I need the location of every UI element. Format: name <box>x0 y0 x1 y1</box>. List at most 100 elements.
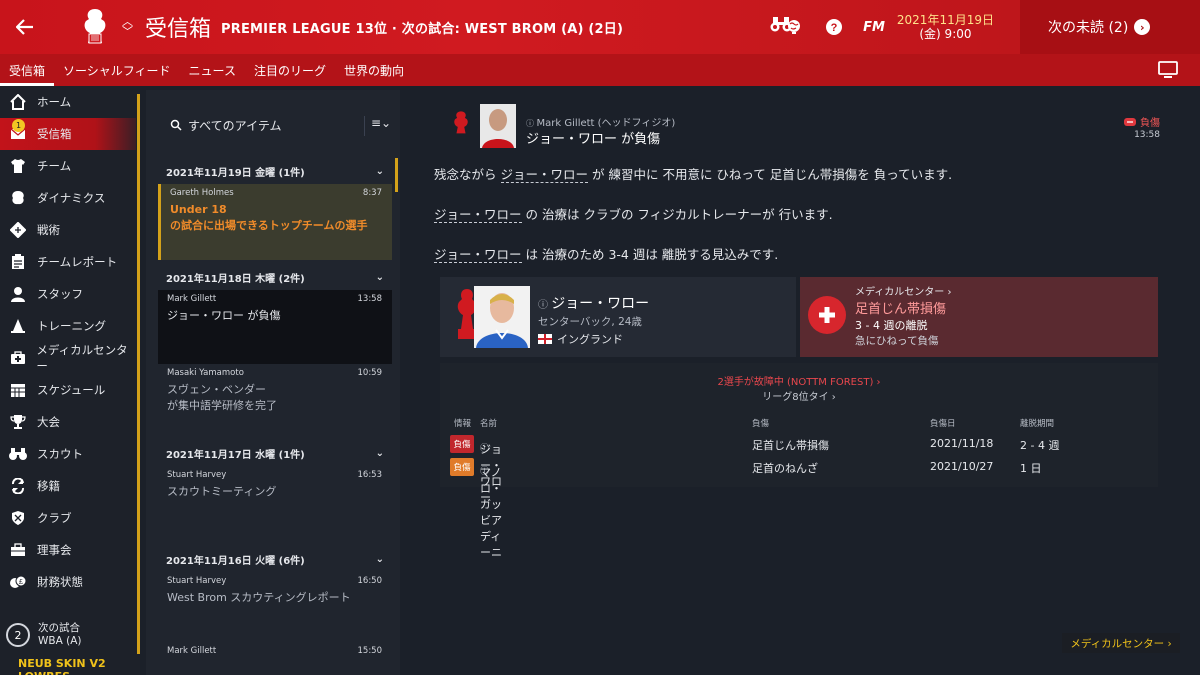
paragraph-text: の 治療は クラブの フィジカルトレーナーが 行います. <box>525 207 833 222</box>
column-header[interactable]: 名前 <box>480 417 497 429</box>
tab-news[interactable]: ニュース <box>180 54 245 86</box>
date-group-header[interactable]: 2021年11月17日 水曜 (1件) ⌄ <box>158 440 392 466</box>
message-sender: Mark Gillett <box>167 294 217 304</box>
binoculars-icon <box>8 444 28 464</box>
message-time: 10:59 <box>357 368 383 378</box>
sidebar-item-label: トレーニング <box>37 319 106 333</box>
inbox-filter-search[interactable]: すべてのアイテム <box>170 117 281 134</box>
sidebar-item-transfers[interactable]: 移籍 <box>0 470 136 502</box>
back-button[interactable] <box>0 0 50 54</box>
sidebar-item-team-report[interactable]: チームレポート <box>0 246 136 278</box>
chevron-down-icon: ﹀ <box>122 25 133 38</box>
sort-menu-button[interactable]: ≡⌄ <box>364 116 392 136</box>
inbox-list-panel: すべてのアイテム ≡⌄ 2021年11月19日 金曜 (1件) ⌄ Gareth… <box>146 90 400 675</box>
date-group-header[interactable]: 2021年11月19日 金曜 (1件) ⌄ <box>158 158 392 184</box>
message-sender: Stuart Harvey <box>167 470 227 480</box>
club-crest-icon[interactable] <box>78 7 112 47</box>
chevron-down-icon: ⌄ <box>375 271 384 283</box>
sidebar-item-inbox[interactable]: 1 受信箱 <box>0 118 136 150</box>
home-icon <box>8 92 28 112</box>
injury-table-subtitle[interactable]: リーグ8位タイ › <box>440 388 1158 403</box>
message-time: 15:50 <box>357 646 383 656</box>
monitor-icon[interactable] <box>1158 61 1178 83</box>
tab-social-feed[interactable]: ソーシャルフィード <box>54 54 180 86</box>
tab-inbox[interactable]: 受信箱 <box>0 54 55 86</box>
period-cell: 2 - 4 週 <box>1020 439 1060 452</box>
player-link[interactable]: ジョー・ワロー <box>434 247 522 263</box>
sub-navigation: 受信箱 ソーシャルフィード ニュース 注目のリーグ 世界の動向 <box>0 54 1200 86</box>
staff-icon <box>8 284 28 304</box>
sidebar-item-label: ダイナミクス <box>37 191 106 205</box>
sidebar-item-staff[interactable]: スタッフ <box>0 278 136 310</box>
fm-logo[interactable]: FM <box>863 20 885 35</box>
medical-summary[interactable]: メディカルセンター › 足首じん帯損傷 3 - 4 週の離脱 急にひねって負傷 <box>800 277 1158 357</box>
game-date[interactable]: 2021年11月19日 (金) 9:00 <box>897 13 994 41</box>
table-row[interactable]: 負傷 ⓘ マノロ・ガッビアディーニ 足首のねんざ 2021/10/27 1 日 <box>440 456 1158 559</box>
player-name: ⓘ ジョー・ワロー <box>538 293 649 313</box>
sidebar-item-schedule[interactable]: スケジュール <box>0 374 136 406</box>
player-link[interactable]: ジョー・ワロー <box>434 207 522 223</box>
injury-tag-label: 負傷 <box>1140 118 1160 129</box>
message-sender: Stuart Harvey <box>167 576 227 586</box>
sidebar-item-scouting[interactable]: スカウト <box>0 438 136 470</box>
table-row[interactable]: 負傷 ⓘ ジョー・ワロー 足首じん帯損傷 2021/11/18 2 - 4 週 <box>440 433 1158 504</box>
sidebar-item-medical[interactable]: メディカルセンター <box>0 342 136 374</box>
next-unread-button[interactable]: 次の未読 (2) › <box>1020 0 1200 54</box>
sidebar-item-training[interactable]: トレーニング <box>0 310 136 342</box>
tab-leagues[interactable]: 注目のリーグ <box>245 54 335 86</box>
sidebar-item-board[interactable]: 理事会 <box>0 534 136 566</box>
list-item[interactable]: Stuart Harvey 16:50 West Brom スカウティングレポー… <box>158 572 392 642</box>
sidebar-item-label: スケジュール <box>37 383 106 397</box>
player-link[interactable]: ジョー・ワロー <box>500 167 589 183</box>
player-card: ⓘ ジョー・ワロー センターバック, 24歳 イングランド メディカルセンター … <box>440 277 1158 357</box>
next-match-widget[interactable]: 2 次の試合 WBA (A) <box>6 622 81 648</box>
message-time: 16:53 <box>357 470 383 480</box>
next-match-team: WBA (A) <box>38 635 82 647</box>
svg-text:?: ? <box>831 22 838 34</box>
sidebar-item-label: 大会 <box>37 415 60 429</box>
help-icon[interactable]: ? <box>823 16 845 38</box>
date-group-header[interactable]: 2021年11月18日 木曜 (2件) ⌄ <box>158 264 392 290</box>
sidebar-item-home[interactable]: ホーム <box>0 86 136 118</box>
player-info[interactable]: ⓘ ジョー・ワロー センターバック, 24歳 イングランド <box>440 277 796 357</box>
sidebar-item-club[interactable]: クラブ <box>0 502 136 534</box>
sidebar-item-dynamics[interactable]: ダイナミクス <box>0 182 136 214</box>
sender-photo[interactable] <box>480 104 516 148</box>
column-header[interactable]: 離脱期間 <box>1020 417 1054 429</box>
sidebar-scrollbar[interactable] <box>137 94 140 654</box>
club-switcher[interactable]: ︿ ﹀ <box>122 16 133 38</box>
tab-world-news[interactable]: 世界の動向 <box>335 54 413 86</box>
search-icon <box>170 119 182 131</box>
sidebar-item-competitions[interactable]: 大会 <box>0 406 136 438</box>
inbox-list-header: すべてのアイテム ≡⌄ <box>146 90 400 160</box>
inbox-scrollbar[interactable] <box>395 158 398 192</box>
chevron-down-icon: ⌄ <box>375 165 384 177</box>
player-photo <box>474 286 530 348</box>
list-item[interactable]: Masaki Yamamoto 10:59 スヴェン・ベンダー が集中語学研修を… <box>158 364 392 440</box>
medical-center-link[interactable]: メディカルセンター › <box>855 283 951 298</box>
globe-icon[interactable] <box>783 16 805 38</box>
column-header[interactable]: 負傷日 <box>930 417 956 429</box>
list-item[interactable]: Mark Gillett 13:58 ジョー・ワロー が負傷 <box>158 290 392 364</box>
column-header[interactable]: 負傷 <box>752 417 769 429</box>
message-sender: Mark Gillett <box>167 646 217 656</box>
medical-center-footer-button[interactable]: メディカルセンター › <box>1062 633 1180 653</box>
sidebar-item-label: チーム <box>37 159 72 173</box>
sidebar-item-tactics[interactable]: 戦術 <box>0 214 136 246</box>
date-group-header[interactable]: 2021年11月16日 火曜 (6件) ⌄ <box>158 546 392 572</box>
column-header[interactable]: 情報 <box>454 417 471 429</box>
list-item[interactable]: Gareth Holmes 8:37 Under 18 の試合に出場できるトップ… <box>158 184 392 260</box>
sidebar-item-finances[interactable]: £ 財務状態 <box>0 566 136 598</box>
sidebar-item-label: 移籍 <box>37 479 60 493</box>
player-name-text: マノロ・ガッビアディーニ <box>480 466 502 559</box>
sidebar: ホーム 1 受信箱 チーム ダイナミクス 戦術 チームレポート スタッフ トレー… <box>0 86 140 675</box>
message-sender: Masaki Yamamoto <box>167 368 244 378</box>
sidebar-item-label: 財務状態 <box>37 575 83 589</box>
cone-icon <box>8 316 28 336</box>
date-group-label: 2021年11月18日 木曜 (2件) <box>166 273 305 285</box>
injury-table-title[interactable]: 2選手が故障中 (NOTTM FOREST) › <box>440 373 1158 388</box>
message-sender-line[interactable]: ⓘ Mark Gillett (ヘッドフィジオ) <box>526 114 675 129</box>
list-item[interactable]: Stuart Harvey 16:53 スカウトミーティング <box>158 466 392 546</box>
sidebar-item-squad[interactable]: チーム <box>0 150 136 182</box>
list-item[interactable]: Mark Gillett 15:50 <box>158 642 392 672</box>
